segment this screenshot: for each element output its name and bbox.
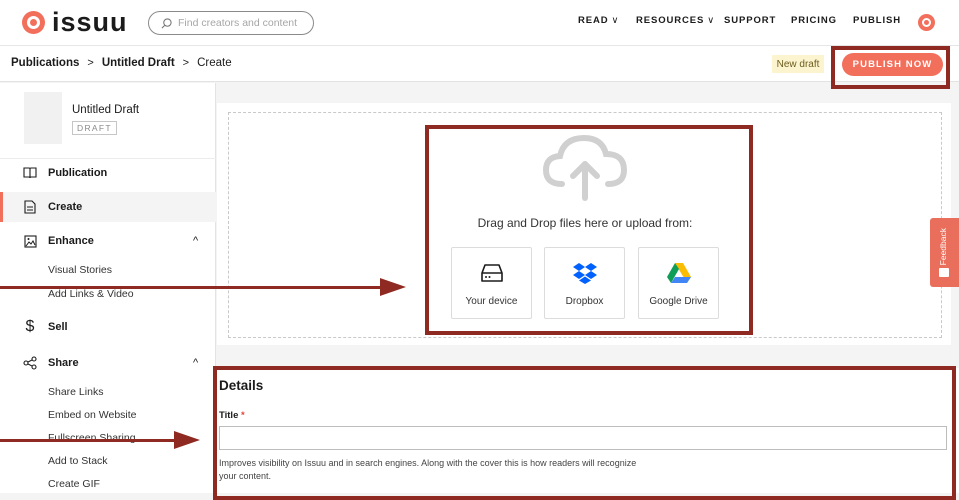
sidebar-item-share[interactable]: Share ^ bbox=[0, 348, 216, 378]
feedback-icon bbox=[939, 268, 949, 277]
annotation-arrow-upload bbox=[0, 286, 382, 289]
sidebar-subitem-add-to-stack[interactable]: Add to Stack bbox=[48, 455, 108, 467]
draft-title: Untitled Draft bbox=[72, 104, 140, 116]
sidebar-item-create[interactable]: Create bbox=[0, 192, 216, 222]
sidebar-subitem-add-links-video[interactable]: Add Links & Video bbox=[48, 288, 134, 300]
annotation-arrowhead-details bbox=[174, 431, 200, 449]
nav-resources[interactable]: RESOURCES ∨ bbox=[636, 15, 715, 26]
logo-text: issuu bbox=[52, 7, 128, 37]
sub-bar: Publications > Untitled Draft > Create N… bbox=[0, 46, 959, 82]
nav-support[interactable]: SUPPORT bbox=[724, 15, 776, 26]
highlight-details bbox=[213, 366, 956, 500]
sidebar-subitem-embed-on-website[interactable]: Embed on Website bbox=[48, 409, 137, 421]
sidebar-item-enhance[interactable]: Enhance ^ bbox=[0, 226, 216, 256]
sidebar-item-label: Publication bbox=[48, 167, 108, 179]
account-icon[interactable] bbox=[918, 14, 935, 31]
draft-thumbnail bbox=[24, 92, 62, 144]
sidebar-subitem-fullscreen-sharing[interactable]: Fullscreen Sharing bbox=[48, 432, 136, 444]
breadcrumb-separator: > bbox=[87, 57, 94, 69]
breadcrumb: Publications > Untitled Draft > Create bbox=[11, 57, 232, 69]
sidebar-subitem-share-links[interactable]: Share Links bbox=[48, 386, 103, 398]
search-box[interactable] bbox=[148, 11, 314, 35]
top-bar: issuu READ∨ RESOURCES∨ SUPPORT PRICING P… bbox=[0, 0, 959, 46]
sidebar-item-sell[interactable]: $ Sell bbox=[0, 312, 216, 342]
breadcrumb-publications[interactable]: Publications bbox=[11, 57, 79, 69]
annotation-arrow-details bbox=[0, 439, 176, 442]
issuu-logo-icon bbox=[22, 10, 45, 34]
issuu-logo[interactable]: issuu bbox=[22, 7, 128, 37]
sidebar-item-label: Sell bbox=[48, 321, 68, 333]
draft-badge: DRAFT bbox=[72, 121, 117, 135]
sidebar-item-label: Share bbox=[48, 357, 79, 369]
nav-pricing[interactable]: PRICING bbox=[791, 15, 837, 26]
dollar-icon: $ bbox=[25, 318, 35, 335]
sidebar-subitem-create-gif[interactable]: Create GIF bbox=[48, 478, 100, 490]
breadcrumb-separator: > bbox=[182, 57, 190, 69]
feedback-label: Feedback bbox=[938, 228, 948, 266]
sidebar-item-label: Enhance bbox=[48, 235, 94, 247]
image-icon bbox=[23, 234, 37, 248]
chevron-up-icon[interactable]: ^ bbox=[193, 357, 198, 369]
nav-publish[interactable]: PUBLISH bbox=[853, 15, 901, 26]
sidebar-item-publication[interactable]: Publication bbox=[0, 158, 216, 188]
search-icon bbox=[161, 17, 172, 28]
feedback-tab[interactable]: Feedback bbox=[930, 218, 959, 287]
document-icon bbox=[23, 200, 37, 214]
search-input[interactable] bbox=[178, 17, 303, 29]
status-badge: New draft bbox=[772, 55, 824, 73]
sidebar-item-label: Create bbox=[48, 201, 83, 213]
breadcrumb-create: Create bbox=[197, 57, 232, 69]
share-icon bbox=[23, 356, 37, 370]
chevron-down-icon: ∨ bbox=[611, 15, 620, 26]
annotation-arrowhead-upload bbox=[380, 278, 406, 296]
chevron-up-icon[interactable]: ^ bbox=[193, 235, 198, 247]
book-icon bbox=[23, 166, 37, 180]
breadcrumb-untitled-draft[interactable]: Untitled Draft bbox=[102, 57, 175, 69]
chevron-down-icon: ∨ bbox=[707, 15, 716, 26]
highlight-publish-now bbox=[831, 46, 950, 89]
sidebar-subitem-visual-stories[interactable]: Visual Stories bbox=[48, 264, 112, 276]
highlight-upload-sources bbox=[425, 125, 753, 335]
nav-read[interactable]: READ ∨ bbox=[578, 15, 619, 26]
